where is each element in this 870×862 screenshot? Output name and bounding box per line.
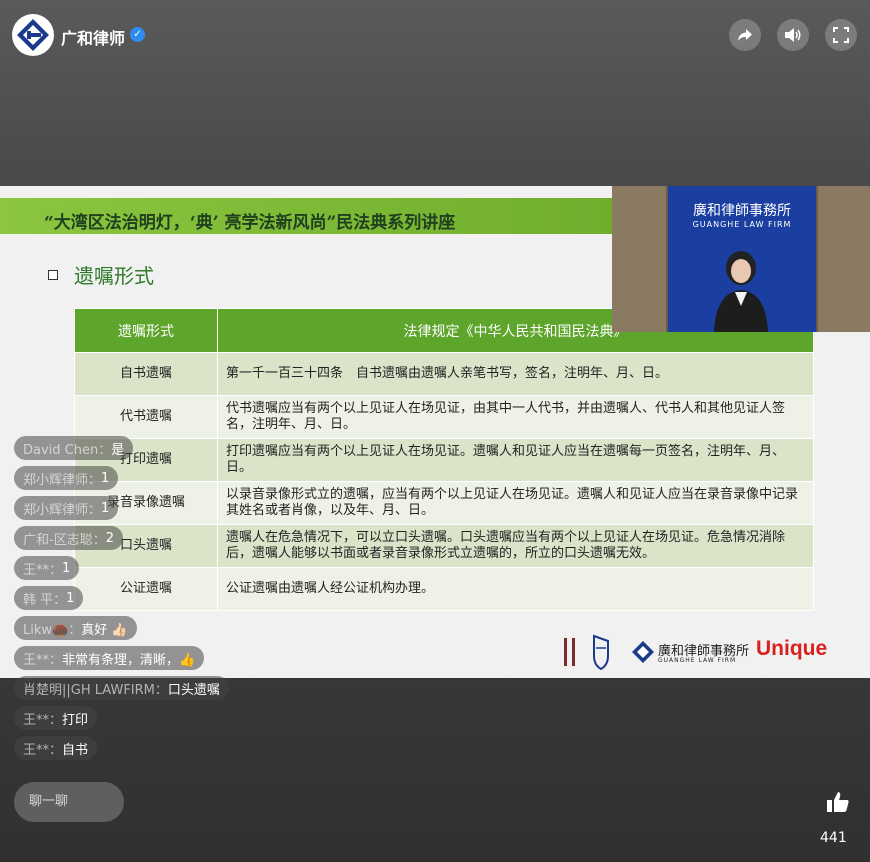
chat-username: 韩 平： [23,592,67,608]
banner-firm-en: GUANGHE LAW FIRM [692,220,792,229]
chat-username: 王**： [23,742,63,758]
chat-text: 是 [111,442,125,458]
table-row: 公证遗嘱 公证遗嘱由遗嘱人经公证机构办理。 [74,567,814,611]
slide-title: “大湾区法治明灯，‘典’ 亮学法新风尚”民法典系列讲座 [44,213,456,233]
chat-text: 1 [101,500,110,516]
chat-message: 郑小辉律师： 1 [14,496,119,520]
chat-message: Likw🌰： 真好 👍🏻 [14,616,137,640]
bookshelf [818,186,870,332]
chat-text: 真好 👍🏻 [81,622,128,638]
law-rule-cell: 第一千一百三十四条 自书遗嘱由遗嘱人亲笔书写，签名，注明年、月、日。 [217,352,814,396]
table-row: 自书遗嘱 第一千一百三十四条 自书遗嘱由遗嘱人亲笔书写，签名，注明年、月、日。 [74,352,814,396]
chat-message: 王**： 打印 [14,706,98,730]
chat-username: 肖楚明||GH LAWFIRM： [23,682,168,698]
chat-message: 王**： 自书 [14,736,98,760]
chat-username: 王**： [23,712,63,728]
law-rule-cell: 以录音录像形式立的遗嘱，应当有两个以上见证人在场见证。遗嘱人和见证人应当在录音录… [217,481,814,525]
fullscreen-icon [833,27,849,43]
chat-username: 王**： [23,652,63,668]
chat-input[interactable]: 聊一聊 [14,782,124,822]
table-header: 遗嘱形式 [74,308,218,353]
bookshelf [612,186,666,332]
will-type-cell: 公证遗嘱 [74,567,218,611]
chat-text: 1 [101,470,110,486]
slide-footer-logos: 廣和律師事務所 GUANGHE LAW FIRM Unique [560,634,840,670]
chat-message: 广和-区志聪： 2 [14,526,123,550]
chat-username: David Chen： [23,442,112,458]
chat-text: 自书 [62,742,89,758]
top-bar: 广和律师 ✓ [0,0,870,72]
will-forms-table: 遗嘱形式 法律规定《中华人民共和国民法典》 自书遗嘱 第一千一百三十四条 自书遗… [74,308,814,611]
like-button[interactable] [824,788,852,816]
chat-username: 郑小辉律师： [23,472,102,488]
live-video[interactable]: “大湾区法治明灯，‘典’ 亮学法新风尚”民法典系列讲座 遗嘱形式 遗嘱形式 法律… [0,186,870,678]
chat-message: 肖楚明||GH LAWFIRM： 口头遗嘱 [14,676,229,700]
chat-username: 广和-区志聪： [23,532,106,548]
like-count: 441 [820,830,847,846]
table-row: 口头遗嘱 遗嘱人在危急情况下，可以立口头遗嘱。口头遗嘱应当有两个以上见证人在场见… [74,524,814,568]
banner-firm-cn: 廣和律師事務所 [693,203,791,219]
channel-avatar[interactable] [12,14,54,56]
table-row: 录音录像遗嘱 以录音录像形式立的遗嘱，应当有两个以上见证人在场见证。遗嘱人和见证… [74,481,814,525]
channel-name[interactable]: 广和律师 [61,25,125,49]
volume-button[interactable] [777,19,809,51]
law-rule-cell: 公证遗嘱由遗嘱人经公证机构办理。 [217,567,814,611]
chat-text: 打印 [62,712,89,728]
chat-message: David Chen：是 [14,436,134,460]
chat-text: 非常有条理，清晰，👍 [62,652,196,668]
thumbs-up-icon [827,792,849,812]
law-rule-cell: 遗嘱人在危急情况下，可以立口头遗嘱。口头遗嘱应当有两个以上见证人在场见证。危急情… [217,524,814,568]
chat-text: 1 [66,590,75,606]
unique-logo: Unique [756,637,828,660]
bullet-icon [48,270,58,280]
chat-message: 王**： 1 [14,556,80,580]
chat-text: 口头遗嘱 [167,682,220,698]
will-type-cell: 自书遗嘱 [74,352,218,396]
table-row: 打印遗嘱 打印遗嘱应当有两个以上见证人在场见证。遗嘱人和见证人应当在遗嘱每一页签… [74,438,814,482]
chat-text: 1 [62,560,71,576]
guanghe-logo-icon [17,19,49,51]
section-title: 遗嘱形式 [74,264,154,288]
footer-firm-en: GUANGHE LAW FIRM [658,657,737,664]
table-row: 代书遗嘱 代书遗嘱应当有两个以上见证人在场见证，由其中一人代书，并由遗嘱人、代书… [74,395,814,439]
speaker-figure [714,251,768,332]
chat-username: 郑小辉律师： [23,502,102,518]
fullscreen-button[interactable] [825,19,857,51]
will-type-cell: 代书遗嘱 [74,395,218,439]
share-button[interactable] [729,19,761,51]
chat-username: 王**： [23,562,63,578]
guanghe-footer-logo-icon [632,641,654,663]
verified-badge-icon: ✓ [130,27,145,42]
volume-icon [785,28,801,42]
law-rule-cell: 代书遗嘱应当有两个以上见证人在场见证，由其中一人代书，并由遗嘱人、代书人和其他见… [217,395,814,439]
chat-message: 王**： 非常有条理，清晰，👍 [14,646,205,670]
chat-text: 2 [105,530,114,546]
speaker-camera: 廣和律師事務所 GUANGHE LAW FIRM [612,186,870,332]
chat-message: 郑小辉律师： 1 [14,466,119,490]
share-icon [738,29,752,41]
chat-username: Likw🌰： [23,622,82,638]
chat-message: 韩 平： 1 [14,586,84,610]
university-seal-icon [564,634,609,670]
law-rule-cell: 打印遗嘱应当有两个以上见证人在场见证。遗嘱人和见证人应当在遗嘱每一页签名，注明年… [217,438,814,482]
